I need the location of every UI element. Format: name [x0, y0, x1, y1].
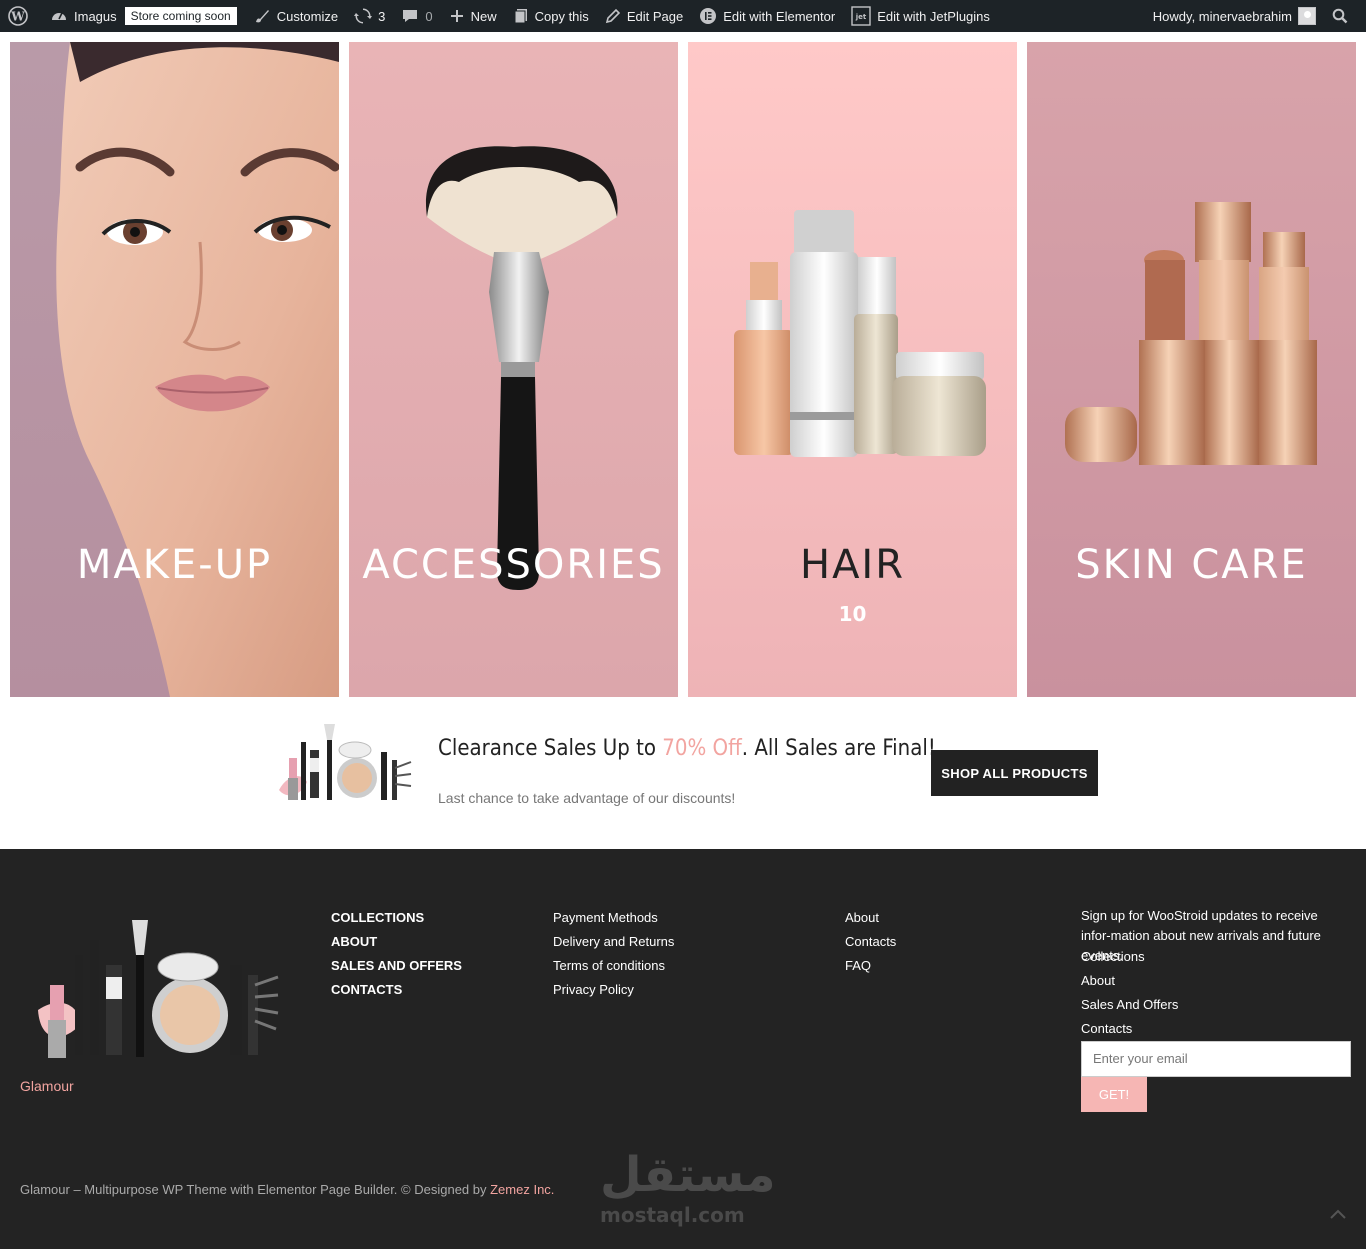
site-name-menu[interactable]: Imagus Store coming soon	[42, 0, 245, 32]
promo-highlight: 70% Off	[662, 736, 742, 761]
category-title: MAKE-UP	[76, 542, 273, 588]
footer-link-delivery[interactable]: Delivery and Returns	[553, 930, 674, 954]
footer-link-contacts[interactable]: CONTACTS	[331, 978, 462, 1002]
newsletter-links: Collections About Sales And Offers Conta…	[1081, 945, 1178, 1041]
svg-text:jet: jet	[855, 13, 867, 21]
copyright-text: Glamour – Multipurpose WP Theme with Ele…	[20, 1182, 555, 1197]
updates-count: 3	[378, 8, 386, 24]
newsletter-link-about[interactable]: About	[1081, 969, 1178, 993]
comment-icon	[403, 10, 418, 22]
site-name: Imagus	[74, 8, 117, 24]
dashboard-icon	[52, 12, 66, 20]
avatar	[1298, 7, 1316, 25]
promo-headline: Clearance Sales Up to 70% Off. All Sales…	[438, 736, 936, 761]
footer-column-main: COLLECTIONS ABOUT SALES AND OFFERS CONTA…	[331, 906, 462, 1002]
edit-page-link[interactable]: Edit Page	[597, 0, 691, 32]
skincare-bottles-image	[1027, 42, 1356, 697]
makeup-model-image	[10, 42, 339, 697]
admin-bar: W Imagus Store coming soon Customize 3 0…	[0, 0, 1366, 32]
promo-subtext: Last chance to take advantage of our dis…	[438, 790, 736, 806]
edit-with-jetplugins-link[interactable]: jet Edit with JetPlugins	[843, 0, 998, 32]
cosmetics-promo-image	[279, 724, 412, 800]
svg-text:W: W	[10, 10, 25, 24]
footer-brand-link[interactable]: Glamour	[20, 1078, 74, 1094]
store-coming-soon-badge[interactable]: Store coming soon	[124, 7, 237, 25]
email-input[interactable]: Enter your email	[1081, 1041, 1351, 1077]
howdy-user: Howdy, minervaebrahim	[1152, 8, 1292, 24]
hair-bottles-image	[688, 42, 1017, 697]
category-tile-hair[interactable]: HAIR 10	[688, 42, 1017, 697]
newsletter-link-contacts[interactable]: Contacts	[1081, 1017, 1178, 1041]
category-tile-skincare[interactable]: SKIN CARE	[1027, 42, 1356, 697]
comments-link[interactable]: 0	[393, 0, 440, 32]
category-count: 10	[838, 602, 867, 626]
elementor-label: Edit with Elementor	[723, 8, 836, 24]
plus-icon	[450, 10, 463, 22]
my-account-menu[interactable]: Howdy, minervaebrahim	[1145, 0, 1324, 32]
wordpress-logo-icon[interactable]: W	[0, 0, 42, 32]
newsletter-link-sales[interactable]: Sales And Offers	[1081, 993, 1178, 1017]
shop-all-products-button[interactable]: SHOP ALL PRODUCTS	[931, 750, 1098, 796]
category-title: SKIN CARE	[1075, 542, 1308, 588]
fan-brush-image	[349, 42, 678, 697]
watermark-arabic: مستقل	[600, 1147, 776, 1203]
pencil-icon	[605, 8, 620, 24]
zemez-link[interactable]: Zemez Inc.	[490, 1182, 554, 1197]
footer-link-payment[interactable]: Payment Methods	[553, 906, 674, 930]
footer-column-info: Payment Methods Delivery and Returns Ter…	[553, 906, 674, 1002]
copy-icon	[514, 9, 527, 24]
copy-this-link[interactable]: Copy this	[505, 0, 597, 32]
category-tile-makeup[interactable]: MAKE-UP	[10, 42, 339, 697]
comments-count: 0	[425, 8, 433, 24]
footer-link-faq[interactable]: FAQ	[845, 954, 896, 978]
brush-icon	[255, 10, 269, 23]
new-content-link[interactable]: New	[441, 0, 505, 32]
subscribe-button[interactable]: GET!	[1081, 1077, 1147, 1112]
jetplugins-label: Edit with JetPlugins	[877, 8, 990, 24]
edit-with-elementor-link[interactable]: Edit with Elementor	[691, 0, 843, 32]
updates-icon	[354, 8, 373, 24]
mostaql-watermark: مستقل mostaql.com	[600, 1149, 776, 1227]
search-icon	[1332, 8, 1348, 24]
watermark-domain: mostaql.com	[600, 1203, 745, 1227]
new-label: New	[470, 8, 497, 24]
admin-search[interactable]	[1324, 0, 1366, 32]
footer-link-sales-offers[interactable]: SALES AND OFFERS	[331, 954, 462, 978]
category-title: ACCESSORIES	[362, 542, 665, 588]
footer-link-about[interactable]: ABOUT	[331, 930, 462, 954]
footer-column-help: About Contacts FAQ	[845, 906, 896, 978]
footer-link-privacy[interactable]: Privacy Policy	[553, 978, 674, 1002]
copy-label: Copy this	[534, 8, 589, 24]
category-tile-accessories[interactable]: ACCESSORIES	[349, 42, 678, 697]
elementor-icon	[700, 8, 717, 24]
footer-link-about-2[interactable]: About	[845, 906, 896, 930]
updates-link[interactable]: 3	[346, 0, 393, 32]
customize-link[interactable]: Customize	[245, 0, 346, 32]
jetplugins-icon: jet	[851, 6, 871, 26]
footer-link-terms[interactable]: Terms of conditions	[553, 954, 674, 978]
newsletter-link-collections[interactable]: Collections	[1081, 945, 1178, 969]
footer-cosmetics-image	[38, 920, 279, 1058]
footer-link-collections[interactable]: COLLECTIONS	[331, 906, 462, 930]
footer: Glamour COLLECTIONS ABOUT SALES AND OFFE…	[0, 849, 1366, 1249]
edit-page-label: Edit Page	[626, 8, 684, 24]
chevron-up-icon[interactable]	[1330, 1209, 1346, 1219]
footer-link-contacts-2[interactable]: Contacts	[845, 930, 896, 954]
customize-label: Customize	[276, 8, 339, 24]
category-title: HAIR	[799, 542, 906, 588]
